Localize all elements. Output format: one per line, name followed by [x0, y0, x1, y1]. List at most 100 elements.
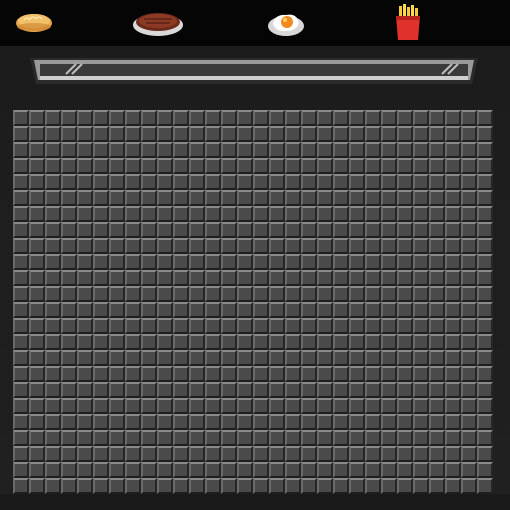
griddle-tile[interactable] — [477, 302, 493, 318]
griddle-tile[interactable] — [61, 270, 77, 286]
griddle-tile[interactable] — [93, 302, 109, 318]
griddle-tile[interactable] — [205, 254, 221, 270]
griddle-tile[interactable] — [317, 430, 333, 446]
griddle-tile[interactable] — [125, 302, 141, 318]
griddle-tile[interactable] — [253, 254, 269, 270]
griddle-tile[interactable] — [173, 126, 189, 142]
griddle-tile[interactable] — [61, 462, 77, 478]
griddle-tile[interactable] — [413, 462, 429, 478]
griddle-tile[interactable] — [205, 350, 221, 366]
griddle-tile[interactable] — [253, 110, 269, 126]
griddle-tile[interactable] — [317, 414, 333, 430]
griddle-tile[interactable] — [77, 318, 93, 334]
griddle-tile[interactable] — [333, 206, 349, 222]
griddle-tile[interactable] — [109, 318, 125, 334]
griddle-tile[interactable] — [317, 382, 333, 398]
griddle-tile[interactable] — [285, 382, 301, 398]
griddle-tile[interactable] — [45, 286, 61, 302]
griddle-tile[interactable] — [477, 222, 493, 238]
griddle-tile[interactable] — [477, 382, 493, 398]
griddle-tile[interactable] — [269, 254, 285, 270]
griddle-tile[interactable] — [317, 222, 333, 238]
griddle-tile[interactable] — [333, 142, 349, 158]
griddle-tile[interactable] — [429, 270, 445, 286]
griddle-tile[interactable] — [125, 334, 141, 350]
griddle-tile[interactable] — [109, 446, 125, 462]
griddle-tile[interactable] — [445, 446, 461, 462]
griddle-tile[interactable] — [317, 126, 333, 142]
griddle-tile[interactable] — [429, 318, 445, 334]
griddle-tile[interactable] — [477, 254, 493, 270]
griddle-tile[interactable] — [397, 142, 413, 158]
griddle-tile[interactable] — [77, 254, 93, 270]
griddle-tile[interactable] — [365, 350, 381, 366]
griddle-tile[interactable] — [397, 478, 413, 494]
griddle-tile[interactable] — [429, 286, 445, 302]
griddle-tile[interactable] — [461, 398, 477, 414]
griddle-tile[interactable] — [477, 318, 493, 334]
griddle-tile[interactable] — [93, 318, 109, 334]
griddle-tile[interactable] — [77, 126, 93, 142]
griddle-tile[interactable] — [109, 382, 125, 398]
griddle-tile[interactable] — [77, 286, 93, 302]
griddle-tile[interactable] — [445, 350, 461, 366]
griddle-tile[interactable] — [13, 174, 29, 190]
griddle-tile[interactable] — [173, 206, 189, 222]
griddle-tile[interactable] — [13, 366, 29, 382]
griddle-tile[interactable] — [477, 414, 493, 430]
griddle-tile[interactable] — [365, 110, 381, 126]
bread-button[interactable] — [12, 0, 56, 46]
griddle-tile[interactable] — [141, 238, 157, 254]
griddle-tile[interactable] — [349, 110, 365, 126]
griddle-tile[interactable] — [317, 318, 333, 334]
griddle-tile[interactable] — [109, 302, 125, 318]
griddle-tile[interactable] — [429, 110, 445, 126]
griddle-tile[interactable] — [381, 318, 397, 334]
griddle-tile[interactable] — [413, 478, 429, 494]
griddle-tile[interactable] — [93, 398, 109, 414]
griddle-tile[interactable] — [477, 190, 493, 206]
griddle-tile[interactable] — [157, 350, 173, 366]
griddle-tile[interactable] — [445, 462, 461, 478]
griddle-tile[interactable] — [125, 318, 141, 334]
griddle-tile[interactable] — [429, 158, 445, 174]
griddle-tile[interactable] — [397, 382, 413, 398]
griddle-tile[interactable] — [93, 366, 109, 382]
griddle-tile[interactable] — [189, 318, 205, 334]
griddle-tile[interactable] — [429, 174, 445, 190]
griddle-tile[interactable] — [397, 254, 413, 270]
griddle-tile[interactable] — [461, 270, 477, 286]
griddle-tile[interactable] — [205, 158, 221, 174]
griddle-tile[interactable] — [13, 430, 29, 446]
griddle-tile[interactable] — [61, 398, 77, 414]
griddle-tile[interactable] — [349, 238, 365, 254]
griddle-tile[interactable] — [61, 430, 77, 446]
griddle-tile[interactable] — [445, 110, 461, 126]
griddle-tile[interactable] — [269, 414, 285, 430]
griddle-tile[interactable] — [285, 414, 301, 430]
griddle-tile[interactable] — [461, 126, 477, 142]
griddle-tile[interactable] — [205, 478, 221, 494]
griddle-tile[interactable] — [301, 126, 317, 142]
griddle-tile[interactable] — [349, 334, 365, 350]
griddle-tile[interactable] — [157, 382, 173, 398]
griddle-tile[interactable] — [157, 398, 173, 414]
griddle-tile[interactable] — [109, 190, 125, 206]
griddle-tile[interactable] — [365, 478, 381, 494]
griddle-tile[interactable] — [317, 110, 333, 126]
griddle-tile[interactable] — [205, 142, 221, 158]
griddle-tile[interactable] — [301, 430, 317, 446]
griddle-tile[interactable] — [461, 382, 477, 398]
griddle-tile[interactable] — [13, 398, 29, 414]
griddle-tile[interactable] — [333, 190, 349, 206]
griddle-tile[interactable] — [397, 462, 413, 478]
griddle-tile[interactable] — [29, 462, 45, 478]
griddle-tile[interactable] — [61, 366, 77, 382]
griddle-tile[interactable] — [477, 366, 493, 382]
griddle-tile[interactable] — [349, 158, 365, 174]
griddle-tile[interactable] — [173, 110, 189, 126]
griddle-tile[interactable] — [125, 414, 141, 430]
griddle-tile[interactable] — [317, 254, 333, 270]
griddle-tile[interactable] — [77, 382, 93, 398]
griddle-tile[interactable] — [461, 142, 477, 158]
